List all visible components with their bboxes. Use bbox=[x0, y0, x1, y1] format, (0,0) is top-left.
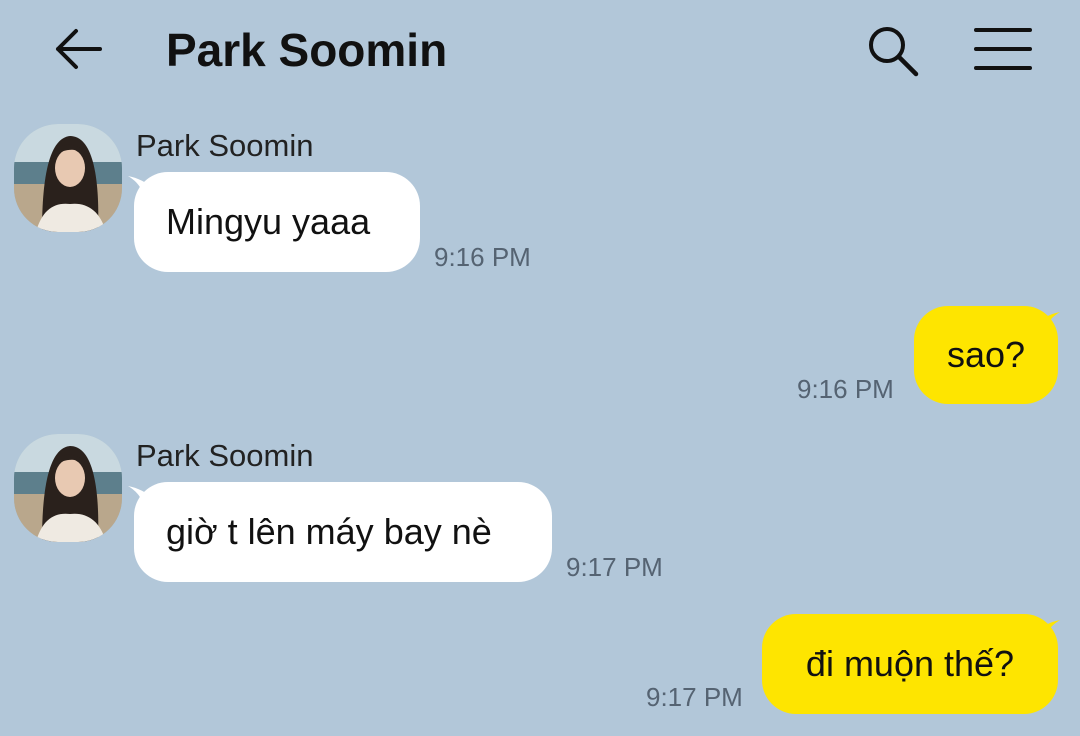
message-text: đi muộn thế? bbox=[805, 643, 1015, 684]
chat-header: Park Soomin bbox=[0, 0, 1080, 100]
search-icon bbox=[869, 27, 919, 77]
avatar[interactable] bbox=[14, 124, 122, 232]
message-text: Mingyu yaaa bbox=[166, 201, 371, 242]
avatar[interactable] bbox=[14, 434, 122, 542]
menu-button[interactable] bbox=[972, 22, 1034, 76]
message-time: 9:16 PM bbox=[434, 242, 531, 272]
message-time: 9:17 PM bbox=[566, 552, 663, 582]
message-time: 9:16 PM bbox=[797, 374, 894, 404]
message-time: 9:17 PM bbox=[646, 682, 743, 712]
chat-screen: Park Soomin Park Soomin Mingyu yaaa 9:16… bbox=[0, 0, 1080, 736]
message-bubble[interactable]: đi muộn thế? bbox=[762, 614, 1058, 714]
arrow-left-icon bbox=[56, 29, 102, 69]
menu-icon bbox=[974, 28, 1032, 70]
back-button[interactable] bbox=[50, 22, 108, 76]
sender-name: Park Soomin bbox=[136, 128, 314, 163]
message-bubble[interactable]: Mingyu yaaa bbox=[134, 172, 420, 272]
message-bubble[interactable]: sao? bbox=[914, 306, 1058, 404]
chat-title: Park Soomin bbox=[166, 24, 448, 76]
message-bubble[interactable]: giờ t lên máy bay nè bbox=[134, 482, 552, 582]
sender-name: Park Soomin bbox=[136, 438, 314, 473]
message-text: giờ t lên máy bay nè bbox=[166, 511, 492, 552]
message-text: sao? bbox=[946, 334, 1026, 375]
search-button[interactable] bbox=[864, 22, 922, 80]
